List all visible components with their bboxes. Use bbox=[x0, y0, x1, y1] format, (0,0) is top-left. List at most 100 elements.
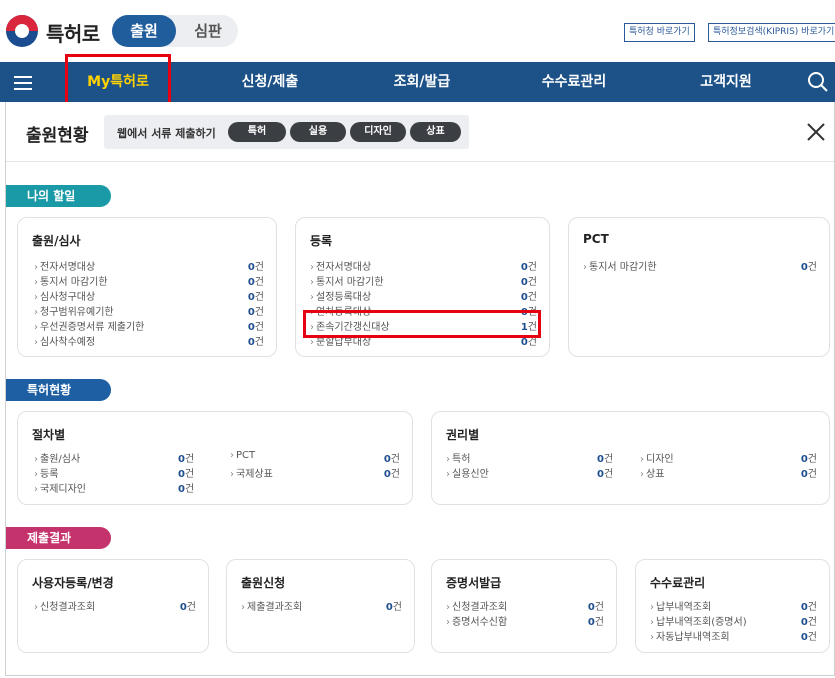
application-status-panel: 출원현황 웹에서 서류 제출하기 특허 실용 디자인 상표 나의 할일 출원/심… bbox=[5, 102, 835, 676]
section-tab-todo: 나의 할일 bbox=[6, 185, 111, 207]
list-item[interactable]: › 실용신안 bbox=[446, 465, 489, 480]
card-title: 등록 bbox=[310, 234, 333, 248]
mode-trial-button[interactable]: 심판 bbox=[178, 15, 238, 47]
brand-title[interactable]: 특허로 bbox=[46, 18, 100, 47]
count-value: 0건 bbox=[800, 469, 817, 480]
count-value: 0건 bbox=[247, 337, 264, 348]
count-value: 0건 bbox=[800, 602, 817, 613]
list-item[interactable]: › 심사청구대상 bbox=[34, 288, 95, 303]
kipo-link[interactable]: 특허청 바로가기 bbox=[624, 23, 695, 42]
card-user-registration: 사용자등록/변경 › 신청결과조회 0건 bbox=[17, 559, 209, 653]
list-item[interactable]: › 존속기간갱신대상 bbox=[310, 318, 390, 333]
count-value: 0건 bbox=[800, 632, 817, 643]
list-item[interactable]: › 제출결과조회 bbox=[241, 598, 302, 613]
mode-application-button[interactable]: 출원 bbox=[112, 15, 176, 47]
count-value: 0건 bbox=[587, 617, 604, 628]
close-icon[interactable] bbox=[806, 122, 826, 142]
list-item[interactable]: › 전자서명대상 bbox=[310, 258, 371, 273]
nav-apply-submit[interactable]: 신청/제출 bbox=[218, 62, 322, 102]
count-value: 0건 bbox=[247, 277, 264, 288]
list-item[interactable]: › 국제디자인 bbox=[34, 480, 86, 495]
list-item[interactable]: › 자동납부내역조회 bbox=[650, 628, 730, 643]
count-value: 0건 bbox=[179, 602, 196, 613]
card-title: PCT bbox=[583, 232, 609, 246]
list-item[interactable]: › 디자인 bbox=[640, 450, 674, 465]
mode-toggle: 출원 심판 bbox=[112, 15, 238, 47]
list-item[interactable]: › PCT bbox=[230, 450, 255, 461]
list-item[interactable]: › 국제상표 bbox=[230, 465, 273, 480]
list-item[interactable]: › 우선권증명서류 제출기한 bbox=[34, 318, 144, 333]
section-tab-results: 제출결과 bbox=[6, 527, 111, 549]
list-item[interactable]: › 통지서 마감기한 bbox=[583, 258, 657, 273]
list-item[interactable]: › 출원/심사 bbox=[34, 450, 80, 465]
count-value: 0건 bbox=[587, 602, 604, 613]
submit-design-button[interactable]: 디자인 bbox=[350, 122, 406, 142]
card-title: 출원/심사 bbox=[32, 234, 81, 248]
list-item[interactable]: › 납부내역조회 bbox=[650, 598, 711, 613]
card-by-procedure: 절차별 › 출원/심사 0건 › 등록 0건 › 국제디자인 0건 › PCT 0건 ›… bbox=[17, 411, 413, 505]
list-item[interactable]: › 특허 bbox=[446, 450, 470, 465]
card-certificate: 증명서발급 › 신청결과조회 0건 › 증명서수신함 0건 bbox=[431, 559, 617, 653]
list-item[interactable]: › 전자서명대상 bbox=[34, 258, 95, 273]
list-item[interactable]: › 설정등록대상 bbox=[310, 288, 371, 303]
count-value: 0건 bbox=[247, 322, 264, 333]
count-value: 0건 bbox=[383, 454, 400, 465]
count-value: 0건 bbox=[178, 454, 195, 465]
list-item[interactable]: › 심사착수예정 bbox=[34, 333, 95, 348]
count-value: 0건 bbox=[520, 292, 537, 303]
count-value: 0건 bbox=[597, 469, 614, 480]
count-value: 1건 bbox=[520, 322, 537, 333]
count-value: 0건 bbox=[247, 292, 264, 303]
card-pct: PCT › 통지서 마감기한 0건 bbox=[568, 217, 830, 357]
count-value: 0건 bbox=[247, 262, 264, 273]
nav-my-patent[interactable]: My특허로 bbox=[66, 62, 170, 102]
list-item[interactable]: › 청구범위유예기한 bbox=[34, 303, 114, 318]
list-item[interactable]: › 통지서 마감기한 bbox=[310, 273, 384, 288]
count-value: 0건 bbox=[520, 307, 537, 318]
count-value: 0건 bbox=[520, 337, 537, 348]
nav-customer-support[interactable]: 고객지원 bbox=[674, 62, 778, 102]
count-value: 0건 bbox=[520, 277, 537, 288]
list-item[interactable]: › 통지서 마감기한 bbox=[34, 273, 108, 288]
card-title: 출원신청 bbox=[241, 576, 286, 590]
panel-title: 출원현황 bbox=[26, 126, 89, 146]
submit-trademark-button[interactable]: 상표 bbox=[410, 122, 461, 142]
submit-patent-button[interactable]: 특허 bbox=[228, 122, 286, 142]
submit-utility-button[interactable]: 실용 bbox=[290, 122, 346, 142]
card-application-request: 출원신청 › 제출결과조회 0건 bbox=[226, 559, 415, 653]
list-item[interactable]: › 연차등록대상 bbox=[310, 303, 371, 318]
count-value: 0건 bbox=[800, 617, 817, 628]
government-logo-icon[interactable] bbox=[6, 15, 38, 47]
list-item[interactable]: › 증명서수신함 bbox=[446, 613, 507, 628]
menu-icon[interactable] bbox=[14, 76, 32, 90]
card-by-right: 권리별 › 특허 0건 › 실용신안 0건 › 디자인 0건 › 상표 0건 bbox=[431, 411, 830, 505]
count-value: 0건 bbox=[385, 602, 402, 613]
list-item[interactable]: › 등록 bbox=[34, 465, 58, 480]
count-value: 0건 bbox=[178, 484, 195, 495]
count-value: 0건 bbox=[800, 262, 817, 273]
list-item[interactable]: › 분할납부대상 bbox=[310, 333, 371, 348]
kipris-link[interactable]: 특허정보검색(KIPRIS) 바로가기 bbox=[708, 23, 835, 42]
card-title: 증명서발급 bbox=[446, 576, 502, 590]
web-submit-bar: 웹에서 서류 제출하기 특허 실용 디자인 상표 bbox=[104, 115, 469, 149]
list-item[interactable]: › 신청결과조회 bbox=[446, 598, 507, 613]
card-title: 사용자등록/변경 bbox=[32, 576, 114, 590]
card-title: 권리별 bbox=[446, 428, 480, 442]
card-title: 수수료관리 bbox=[650, 576, 706, 590]
count-value: 0건 bbox=[520, 262, 537, 273]
list-item[interactable]: › 상표 bbox=[640, 465, 664, 480]
card-fee-management: 수수료관리 › 납부내역조회 0건 › 납부내역조회(증명서) 0건 › 자동납부내역… bbox=[635, 559, 830, 653]
web-submit-label: 웹에서 서류 제출하기 bbox=[117, 127, 216, 140]
list-item[interactable]: › 신청결과조회 bbox=[34, 598, 95, 613]
nav-fee-management[interactable]: 수수료관리 bbox=[522, 62, 626, 102]
main-nav: My특허로 신청/제출 조회/발급 수수료관리 고객지원 bbox=[0, 62, 835, 102]
nav-inquiry-issue[interactable]: 조회/발급 bbox=[370, 62, 474, 102]
search-icon[interactable] bbox=[807, 71, 829, 93]
card-title: 절차별 bbox=[32, 428, 66, 442]
list-item[interactable]: › 납부내역조회(증명서) bbox=[650, 613, 747, 628]
panel-header: 출원현황 웹에서 서류 제출하기 특허 실용 디자인 상표 bbox=[6, 102, 834, 162]
section-tab-status: 특허현황 bbox=[6, 379, 111, 401]
count-value: 0건 bbox=[178, 469, 195, 480]
count-value: 0건 bbox=[800, 454, 817, 465]
count-value: 0건 bbox=[597, 454, 614, 465]
